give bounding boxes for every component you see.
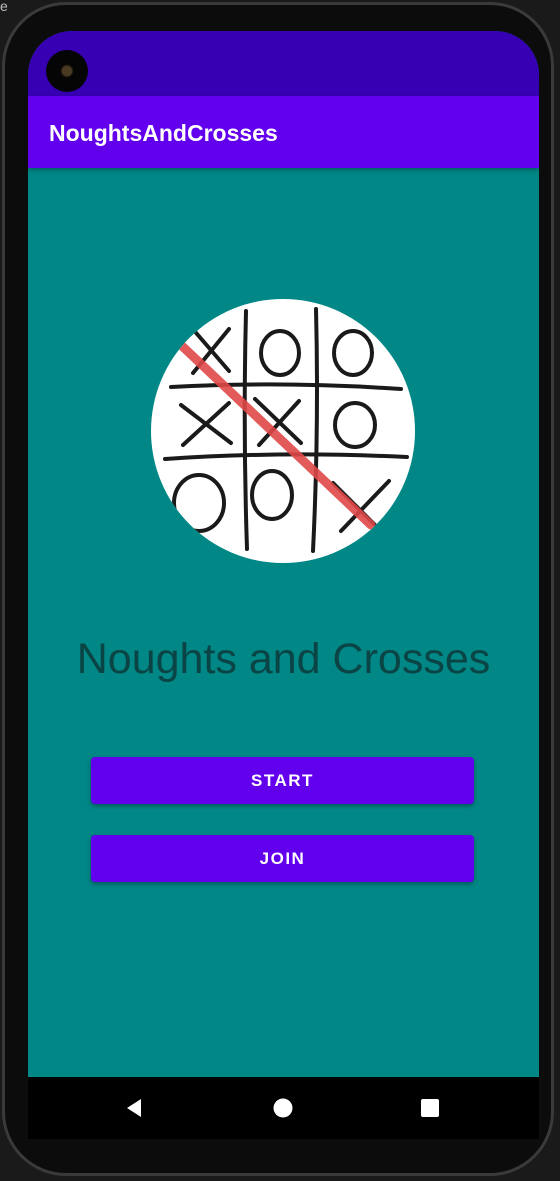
game-title: Noughts and Crosses: [76, 635, 491, 683]
back-triangle-icon: [127, 1099, 141, 1117]
join-button[interactable]: JOIN: [91, 835, 474, 882]
tic-tac-toe-logo: [151, 299, 415, 563]
device-stage: e NoughtsAndCrosses Noughts and Crosses …: [0, 0, 560, 1181]
edge-glyph: e: [0, 0, 8, 14]
recents-square-icon: [421, 1099, 439, 1117]
front-camera-icon: [46, 50, 88, 92]
app-title: NoughtsAndCrosses: [49, 120, 278, 146]
start-button[interactable]: START: [91, 757, 474, 804]
app-bar: NoughtsAndCrosses: [28, 96, 539, 168]
app-screen: NoughtsAndCrosses Noughts and Crosses ST…: [28, 31, 539, 1077]
nav-home-button[interactable]: [253, 1077, 313, 1139]
grid-line: [242, 309, 249, 551]
nav-back-button[interactable]: [104, 1077, 164, 1139]
camera-lens: [62, 66, 72, 76]
navigation-bar: [28, 1077, 539, 1139]
nav-recents-button[interactable]: [400, 1077, 460, 1139]
home-circle-icon: [273, 1098, 293, 1118]
status-bar: [28, 31, 539, 96]
